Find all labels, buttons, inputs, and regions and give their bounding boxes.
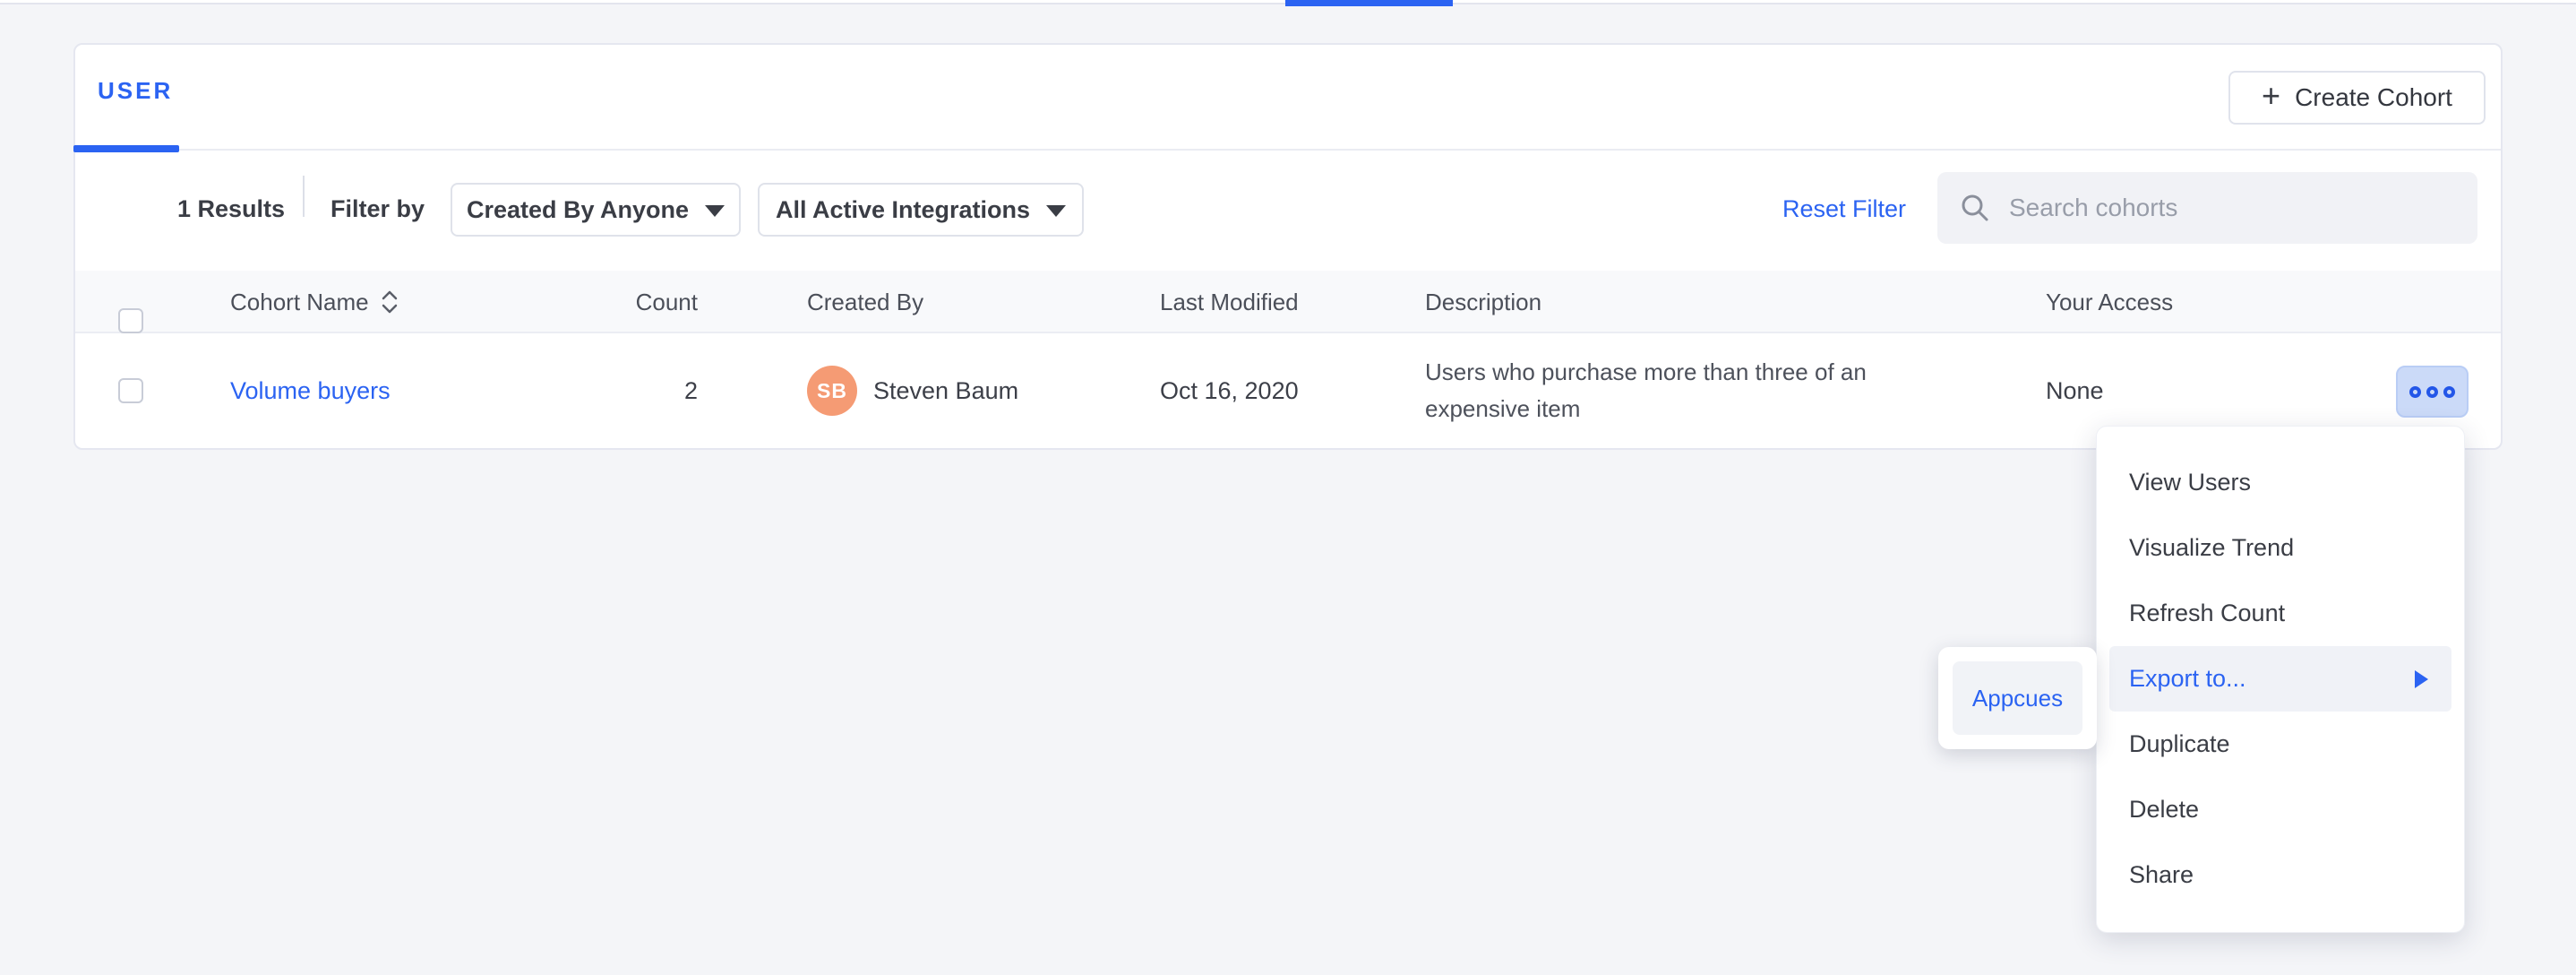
row-checkbox-cell [118, 333, 143, 448]
header-count[interactable]: Count [517, 271, 698, 333]
create-cohort-button[interactable]: + Create Cohort [2228, 71, 2486, 125]
menu-item-visualize-trend[interactable]: Visualize Trend [2097, 515, 2464, 581]
creator-name: Steven Baum [873, 377, 1018, 405]
reset-filter-link[interactable]: Reset Filter [1782, 195, 1906, 223]
filter-row: 1 Results Filter by Created By Anyone Al… [75, 151, 2501, 271]
cohorts-panel: USER + Create Cohort 1 Results Filter by… [73, 43, 2503, 450]
menu-item-delete[interactable]: Delete [2097, 777, 2464, 842]
menu-item-view-users[interactable]: View Users [2097, 450, 2464, 515]
row-checkbox[interactable] [118, 378, 143, 403]
active-nav-tab-indicator [1285, 0, 1453, 6]
integrations-dropdown[interactable]: All Active Integrations [758, 183, 1084, 237]
last-modified-cell: Oct 16, 2020 [1160, 333, 1299, 448]
export-submenu: Appcues [1938, 647, 2097, 749]
header-your-access[interactable]: Your Access [2046, 271, 2173, 333]
menu-item-duplicate[interactable]: Duplicate [2097, 712, 2464, 777]
header-cohort-name-label: Cohort Name [230, 289, 369, 316]
menu-item-export-to[interactable]: Export to... [2109, 646, 2451, 712]
plus-icon: + [2262, 80, 2280, 112]
description-text: Users who purchase more than three of an… [1425, 354, 1940, 427]
chevron-down-icon [705, 205, 725, 217]
row-actions-button[interactable] [2396, 366, 2469, 418]
cohort-name-cell: Volume buyers [230, 333, 391, 448]
search-cohorts-input[interactable] [2009, 194, 2456, 222]
integrations-dropdown-value: All Active Integrations [776, 196, 1030, 224]
avatar: SB [807, 366, 857, 416]
created-by-dropdown[interactable]: Created By Anyone [451, 183, 741, 237]
results-count: 1 Results [177, 195, 285, 223]
created-by-dropdown-value: Created By Anyone [467, 196, 689, 224]
header-description[interactable]: Description [1425, 271, 1541, 333]
created-by-cell: SB Steven Baum [807, 333, 1018, 448]
header-last-modified[interactable]: Last Modified [1160, 271, 1299, 333]
select-all-checkbox[interactable] [118, 308, 143, 333]
description-cell: Users who purchase more than three of an… [1425, 333, 1940, 448]
menu-item-export-to-label: Export to... [2129, 665, 2246, 693]
count-cell: 2 [517, 333, 698, 448]
sort-icon [380, 289, 399, 315]
menu-item-refresh-count[interactable]: Refresh Count [2097, 581, 2464, 646]
submenu-arrow-icon [2415, 670, 2428, 688]
submenu-item-appcues[interactable]: Appcues [1953, 661, 2082, 735]
menu-item-share[interactable]: Share [2097, 842, 2464, 908]
table-header: Cohort Name Count Created By Last Modifi… [75, 271, 2501, 333]
header-cohort-name[interactable]: Cohort Name [230, 271, 399, 333]
ellipsis-icon [2409, 386, 2421, 398]
cohort-name-link[interactable]: Volume buyers [230, 377, 391, 405]
tab-user[interactable]: USER [98, 77, 173, 105]
panel-tabs-section: USER + Create Cohort [75, 45, 2501, 151]
your-access-cell: None [2046, 333, 2104, 448]
header-created-by[interactable]: Created By [807, 271, 923, 333]
filter-by-label: Filter by [331, 195, 425, 223]
divider [303, 176, 305, 217]
search-icon [1959, 192, 1991, 224]
search-cohorts-box[interactable] [1937, 172, 2477, 244]
create-cohort-label: Create Cohort [2295, 83, 2452, 112]
context-menu: View Users Visualize Trend Refresh Count… [2096, 426, 2465, 933]
chevron-down-icon [1046, 205, 1066, 217]
